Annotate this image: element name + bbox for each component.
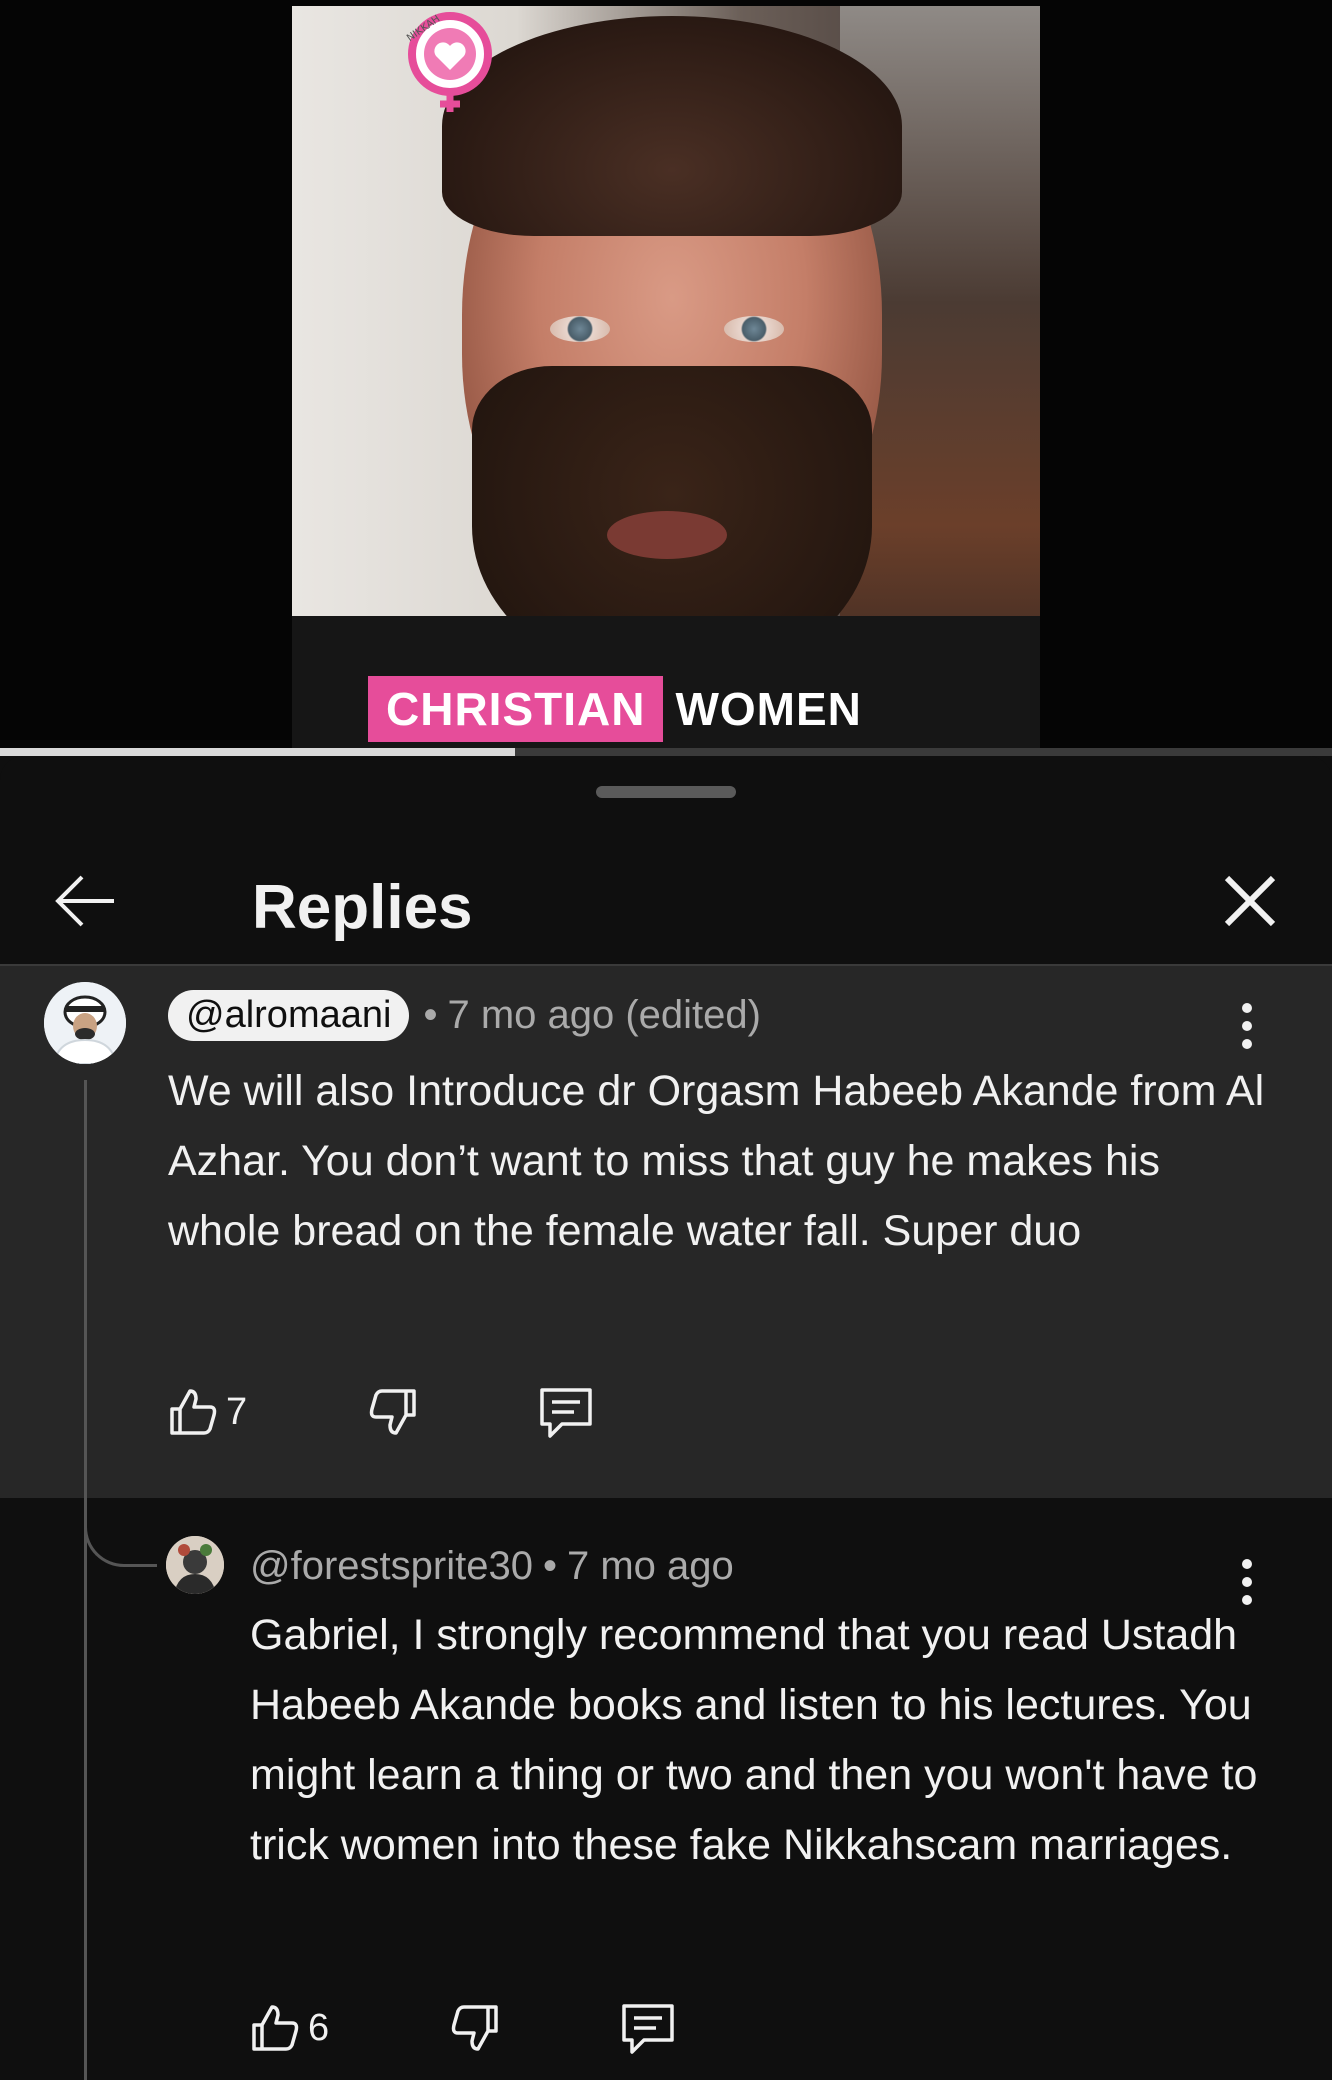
dislike-button[interactable] [448, 2001, 618, 2055]
author-handle[interactable]: @alromaani [168, 990, 410, 1041]
thumbs-up-icon [170, 1389, 217, 1435]
video-progress-fill [0, 748, 516, 756]
avatar[interactable] [44, 982, 126, 1064]
comment-time: 7 mo ago [566, 1544, 734, 1588]
author-handle[interactable]: @forestsprite30 [250, 1544, 533, 1589]
caption-rest: WOMEN [675, 683, 862, 735]
like-button[interactable]: 6 [248, 2001, 448, 2055]
video-caption: CHRISTIAN WOMEN [368, 676, 862, 742]
more-vertical-icon [1237, 1003, 1257, 1049]
comment-actions: 6 [248, 2000, 678, 2056]
video-progress-bar[interactable] [0, 748, 1332, 756]
comment-meta: @alromaani • 7 mo ago (edited) [168, 990, 761, 1041]
reply-button[interactable] [536, 1384, 596, 1440]
close-icon [1224, 875, 1276, 927]
person-hair [442, 16, 902, 236]
comment-actions: 7 [166, 1384, 596, 1440]
person-eye-right [724, 316, 784, 342]
drag-handle[interactable] [596, 786, 736, 798]
like-count: 6 [308, 2006, 330, 2049]
video-player[interactable]: NIKKAH CHRISTIAN WOMEN [0, 0, 1332, 748]
arrow-left-icon [55, 875, 114, 927]
replies-title: Replies [252, 873, 473, 942]
thumbs-up-icon [252, 2005, 299, 2051]
person-mouth [607, 511, 727, 559]
like-button[interactable]: 7 [166, 1385, 366, 1439]
comment-meta: @forestsprite30 • 7 mo ago [250, 1544, 734, 1589]
comment-icon [622, 2004, 674, 2054]
replies-header: Replies [0, 826, 1332, 966]
comment-text: Gabriel, I strongly recommend that you r… [250, 1611, 1258, 1869]
comment-time: 7 mo ago (edited) [447, 993, 761, 1037]
thread-line [84, 1080, 87, 2080]
close-button[interactable] [1215, 866, 1285, 936]
nikkah-logo: NIKKAH [400, 12, 500, 112]
more-options-button[interactable] [1237, 998, 1257, 1058]
thread-connector [84, 1480, 157, 1567]
comment-text: We will also Introduce dr Orgasm Habeeb … [168, 1067, 1265, 1255]
reply-button[interactable] [618, 2000, 678, 2056]
more-vertical-icon [1237, 1559, 1257, 1605]
thumbs-down-icon [369, 1389, 416, 1435]
like-count: 7 [226, 1390, 248, 1433]
caption-highlight: CHRISTIAN [368, 676, 664, 742]
video-frame [292, 6, 1040, 748]
person-eye-left [550, 316, 610, 342]
dislike-button[interactable] [366, 1385, 536, 1439]
meta-separator: • [542, 1544, 557, 1588]
thumbs-down-icon [451, 2005, 498, 2051]
comment-icon [540, 1388, 592, 1438]
back-button[interactable] [50, 866, 120, 936]
avatar[interactable] [166, 1536, 224, 1594]
meta-separator: • [423, 993, 438, 1037]
